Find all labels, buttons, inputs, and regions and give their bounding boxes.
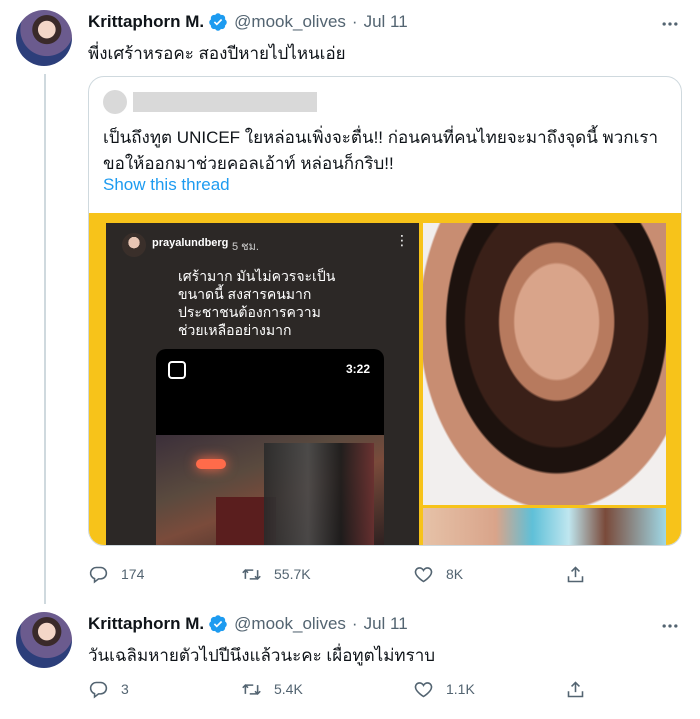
quoted-tweet[interactable]: เป็นถึงทูต UNICEF ใยหล่อนเพิ่งจะตื่น!! ก… (88, 76, 682, 546)
retweet-count: 55.7K (274, 566, 311, 582)
share-button[interactable] (565, 677, 586, 701)
share-icon (567, 565, 584, 582)
heart-icon (414, 566, 433, 582)
share-icon (567, 680, 584, 697)
quoted-author-redacted (133, 92, 317, 112)
retweet-icon (242, 683, 261, 695)
tweet-actions: 3 5.4K 1.1K (88, 677, 588, 701)
heart-icon (414, 681, 433, 697)
story-screenshot-image: prayalundberg 5 ชม. ⋮ เศร้ามาก มันไม่ควร… (106, 223, 419, 545)
author-name[interactable]: Krittaphorn M. (88, 12, 204, 32)
scene-crowd (264, 443, 374, 545)
tweet[interactable]: Krittaphorn M. @mook_olives · Jul 11 พี่… (0, 0, 700, 600)
quoted-media[interactable]: prayalundberg 5 ชม. ⋮ เศร้ามาก มันไม่ควร… (89, 213, 681, 545)
author-name[interactable]: Krittaphorn M. (88, 614, 204, 634)
more-dots-icon[interactable] (658, 12, 682, 36)
retweet-count: 5.4K (274, 681, 303, 697)
reply-icon (89, 681, 108, 699)
retweet-button[interactable]: 55.7K (241, 562, 311, 586)
story-username: prayalundberg (152, 237, 229, 249)
tweet-header: Krittaphorn M. @mook_olives · Jul 11 (88, 614, 408, 634)
tweet-actions: 174 55.7K 8K (88, 562, 588, 586)
avatar[interactable] (16, 10, 72, 66)
beach-photo (423, 508, 666, 545)
verified-badge-icon (209, 13, 227, 31)
reply-button[interactable]: 174 (88, 562, 144, 586)
like-button[interactable]: 8K (413, 562, 463, 586)
video-tv-icon (168, 361, 186, 379)
verified-badge-icon (209, 615, 227, 633)
story-caption: เศร้ามาก มันไม่ควรจะเป็น ขนาดนี้ สงสารคน… (178, 268, 336, 338)
tweet-text: พี่งเศร้าหรอคะ สองปีหายไปไหนเอ่ย (88, 44, 346, 63)
tweet-text: วันเฉลิมหายตัวไปปีนึงแล้วนะคะ เผื่อทูตไม… (88, 646, 436, 665)
story-avatar (122, 233, 146, 257)
quoted-avatar-redacted (103, 90, 127, 114)
reply-count: 174 (121, 566, 145, 582)
video-frame: 3:22 (156, 349, 384, 545)
story-more-icon: ⋮ (395, 232, 409, 248)
separator-dot: · (351, 614, 358, 633)
tweet-date[interactable]: Jul 11 (364, 614, 408, 634)
video-crowd-scene (156, 435, 384, 545)
show-thread-link[interactable]: Show this thread (103, 175, 230, 195)
tweet-header: Krittaphorn M. @mook_olives · Jul 11 (88, 12, 408, 32)
scene-lights (196, 459, 226, 469)
like-button[interactable]: 1.1K (413, 677, 475, 701)
story-time: 5 ชม. (232, 241, 259, 253)
retweet-button[interactable]: 5.4K (241, 677, 303, 701)
video-duration: 3:22 (345, 362, 370, 376)
more-dots-icon[interactable] (658, 614, 682, 638)
tweet[interactable]: Krittaphorn M. @mook_olives · Jul 11 วัน… (0, 600, 700, 719)
retweet-icon (242, 568, 261, 580)
share-button[interactable] (565, 562, 586, 586)
author-handle[interactable]: @mook_olives (234, 614, 346, 634)
tweet-date[interactable]: Jul 11 (364, 12, 408, 32)
author-handle[interactable]: @mook_olives (234, 12, 346, 32)
reply-button[interactable]: 3 (88, 677, 129, 701)
separator-dot: · (351, 12, 358, 31)
portrait-photo (423, 223, 666, 505)
like-count: 1.1K (446, 681, 475, 697)
reply-count: 3 (121, 681, 129, 697)
avatar[interactable] (16, 612, 72, 668)
like-count: 8K (446, 566, 464, 582)
reply-icon (89, 566, 108, 584)
quoted-tweet-text: เป็นถึงทูต UNICEF ใยหล่อนเพิ่งจะตื่น!! ก… (103, 128, 659, 173)
